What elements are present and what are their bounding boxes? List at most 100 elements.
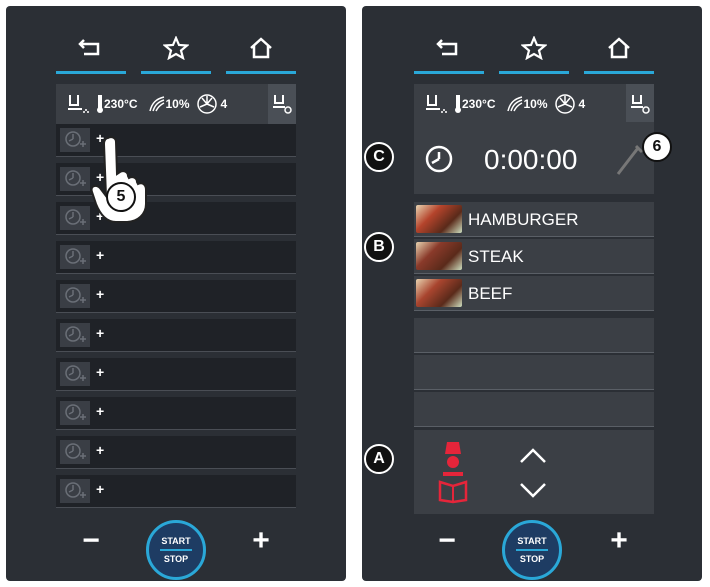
home-icon bbox=[250, 37, 272, 59]
timer-slot[interactable]: + bbox=[56, 397, 296, 430]
home-underline bbox=[584, 71, 654, 74]
back-icon bbox=[78, 39, 100, 56]
temp-group: 230°C bbox=[454, 94, 496, 114]
clock-plus-icon bbox=[60, 245, 90, 269]
temperature-value: 230°C bbox=[462, 97, 496, 111]
favorites-underline bbox=[499, 71, 569, 74]
minus-button[interactable]: − bbox=[76, 524, 106, 558]
home-icon bbox=[608, 37, 630, 59]
slot-add-label: + bbox=[96, 325, 105, 341]
recipe-thumbnail bbox=[416, 279, 462, 307]
clock-plus-icon bbox=[60, 284, 90, 308]
fan-icon bbox=[196, 94, 217, 114]
timer-slot[interactable]: + bbox=[56, 319, 296, 352]
slot-add-label: + bbox=[96, 403, 105, 419]
timer-row[interactable]: 0:00:00 bbox=[414, 122, 654, 194]
clock-icon bbox=[425, 145, 453, 173]
timer-slot[interactable]: + bbox=[56, 475, 296, 508]
slot-add-label: + bbox=[96, 247, 105, 263]
chevron-down-icon[interactable] bbox=[518, 480, 548, 500]
tray-steam-icon bbox=[273, 95, 292, 114]
empty-row[interactable] bbox=[414, 355, 654, 390]
clock-plus-icon bbox=[60, 401, 90, 425]
fan-value: 4 bbox=[578, 97, 586, 111]
humidity-group: 10% bbox=[148, 95, 190, 113]
plus-button[interactable]: + bbox=[246, 524, 276, 558]
status-bar: 230°C 10% 4 bbox=[56, 84, 296, 124]
probe-icon[interactable] bbox=[614, 142, 644, 176]
back-underline bbox=[56, 71, 126, 74]
recipe-item[interactable]: STEAK bbox=[414, 239, 654, 274]
humidity-value: 10% bbox=[523, 97, 548, 111]
tray-icon bbox=[68, 95, 89, 113]
recipe-thumbnail bbox=[416, 205, 462, 233]
back-button-right[interactable] bbox=[414, 32, 484, 74]
back-icon bbox=[436, 39, 458, 56]
recipe-name: STEAK bbox=[468, 247, 524, 266]
favorites-underline bbox=[141, 71, 211, 74]
recipe-name: BEEF bbox=[468, 284, 513, 303]
clock-plus-icon bbox=[60, 440, 90, 464]
minus-button-right[interactable]: − bbox=[432, 524, 462, 558]
home-button[interactable] bbox=[226, 32, 296, 74]
star-icon bbox=[521, 36, 547, 60]
callout-5: 5 bbox=[106, 182, 136, 212]
timer-value: 0:00:00 bbox=[484, 144, 578, 175]
chevron-up-icon[interactable] bbox=[518, 446, 548, 466]
thermometer-icon bbox=[455, 95, 461, 113]
start-stop-divider bbox=[160, 549, 192, 551]
steam-mode-button[interactable] bbox=[626, 84, 654, 124]
empty-row[interactable] bbox=[414, 318, 654, 353]
temperature-value: 230°C bbox=[104, 97, 138, 111]
recipe-item[interactable]: HAMBURGER bbox=[414, 202, 654, 237]
humidity-group: 10% bbox=[506, 95, 548, 113]
temp-group: 230°C bbox=[96, 94, 138, 114]
callout-a: A bbox=[364, 444, 394, 474]
chef-book-icon[interactable] bbox=[438, 440, 468, 504]
fan-icon bbox=[554, 94, 575, 114]
empty-row[interactable] bbox=[414, 392, 654, 427]
start-label: START bbox=[517, 536, 547, 546]
plus-button-right[interactable]: + bbox=[604, 524, 634, 558]
bottom-controls bbox=[414, 430, 654, 514]
callout-b: B bbox=[364, 232, 394, 262]
humidity-icon bbox=[148, 96, 164, 112]
humidity-icon bbox=[506, 96, 522, 112]
fan-group: 4 bbox=[554, 93, 586, 115]
timer-slot[interactable]: + bbox=[56, 280, 296, 313]
clock-plus-icon bbox=[60, 479, 90, 503]
recipe-thumbnail bbox=[416, 242, 462, 270]
start-stop-button[interactable]: START STOP bbox=[146, 520, 206, 580]
slot-add-label: + bbox=[96, 364, 105, 380]
home-underline bbox=[226, 71, 296, 74]
slot-add-label: + bbox=[96, 481, 105, 497]
slot-add-label: + bbox=[96, 286, 105, 302]
tray-icon bbox=[426, 95, 447, 113]
slot-add-label: + bbox=[96, 442, 105, 458]
home-button-right[interactable] bbox=[584, 32, 654, 74]
favorites-button-right[interactable] bbox=[499, 32, 569, 74]
timer-slot[interactable]: + bbox=[56, 436, 296, 469]
stop-label: STOP bbox=[163, 554, 189, 564]
star-icon bbox=[163, 36, 189, 60]
fan-group: 4 bbox=[196, 93, 227, 115]
timer-slot[interactable]: + bbox=[56, 241, 296, 274]
steam-mode-button[interactable] bbox=[268, 84, 296, 124]
favorites-button[interactable] bbox=[141, 32, 211, 74]
recipe-name: HAMBURGER bbox=[468, 210, 579, 229]
callout-c: C bbox=[364, 142, 394, 172]
start-stop-divider bbox=[516, 549, 548, 551]
left-panel: 230°C 10% 4 + + + + + + + + + + 5 − START STOP + bbox=[6, 6, 346, 581]
stop-label: STOP bbox=[519, 554, 545, 564]
humidity-value: 10% bbox=[165, 97, 190, 111]
back-button[interactable] bbox=[56, 32, 126, 74]
thermometer-icon bbox=[97, 95, 103, 113]
start-label: START bbox=[161, 536, 191, 546]
clock-plus-icon bbox=[60, 362, 90, 386]
start-stop-button-right[interactable]: START STOP bbox=[502, 520, 562, 580]
status-bar-right: 230°C 10% 4 bbox=[414, 84, 654, 124]
timer-slot[interactable]: + bbox=[56, 358, 296, 391]
tray-steam-icon bbox=[631, 95, 650, 114]
back-underline bbox=[414, 71, 484, 74]
recipe-item[interactable]: BEEF bbox=[414, 276, 654, 311]
